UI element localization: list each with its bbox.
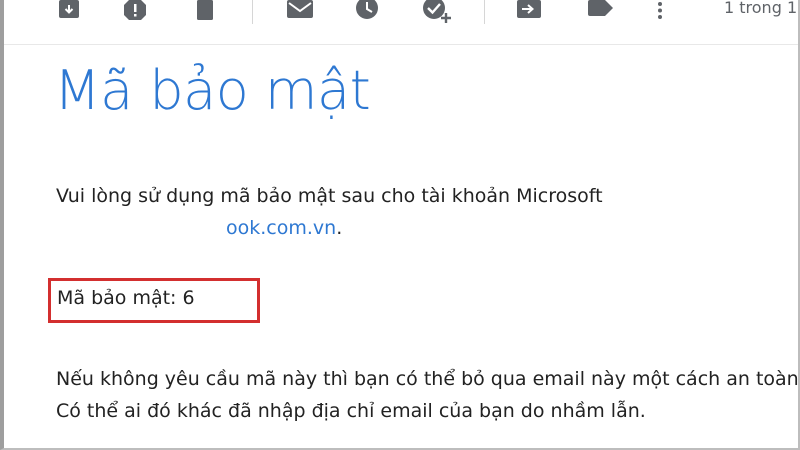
intro-paragraph: Vui lòng sử dụng mã bảo mật sau cho tài … [56,180,603,244]
pagination-count: 1 trong 1 [724,0,798,17]
email-body: Mã bảo mật Vui lòng sử dụng mã bảo mật s… [4,45,800,448]
email-toolbar: 1 trong 1 [4,0,798,45]
snooze-icon[interactable] [354,0,380,22]
archive-icon[interactable] [56,0,82,22]
mark-unread-icon[interactable] [286,0,313,22]
report-spam-icon[interactable] [122,0,148,22]
add-to-tasks-icon[interactable] [422,0,454,23]
toolbar-separator [252,0,253,24]
account-line: ook.com.vn. [56,212,603,244]
account-suffix: . [336,217,343,239]
email-viewer: 1 trong 1 Mã bảo mật Vui lòng sử dụng mã… [0,0,800,450]
account-email-link[interactable]: ook.com.vn [226,217,336,239]
toolbar-separator [484,0,485,24]
intro-line: Vui lòng sử dụng mã bảo mật sau cho tài … [56,185,603,207]
security-code-highlight: Mã bảo mật: 6 [48,278,260,323]
security-code-label: Mã bảo mật: 6 [57,287,195,309]
delete-icon[interactable] [192,0,218,22]
footer-paragraph: Nếu không yêu cầu mã này thì bạn có thể … [56,363,800,427]
label-icon[interactable] [586,0,613,22]
footer-line-1: Nếu không yêu cầu mã này thì bạn có thể … [56,368,800,390]
footer-line-2: Có thể ai đó khác đã nhập địa chỉ email … [56,400,646,422]
move-to-icon[interactable] [516,0,542,22]
email-heading: Mã bảo mật [54,59,371,122]
more-options-icon[interactable] [652,0,668,22]
redacted-region [56,221,226,236]
